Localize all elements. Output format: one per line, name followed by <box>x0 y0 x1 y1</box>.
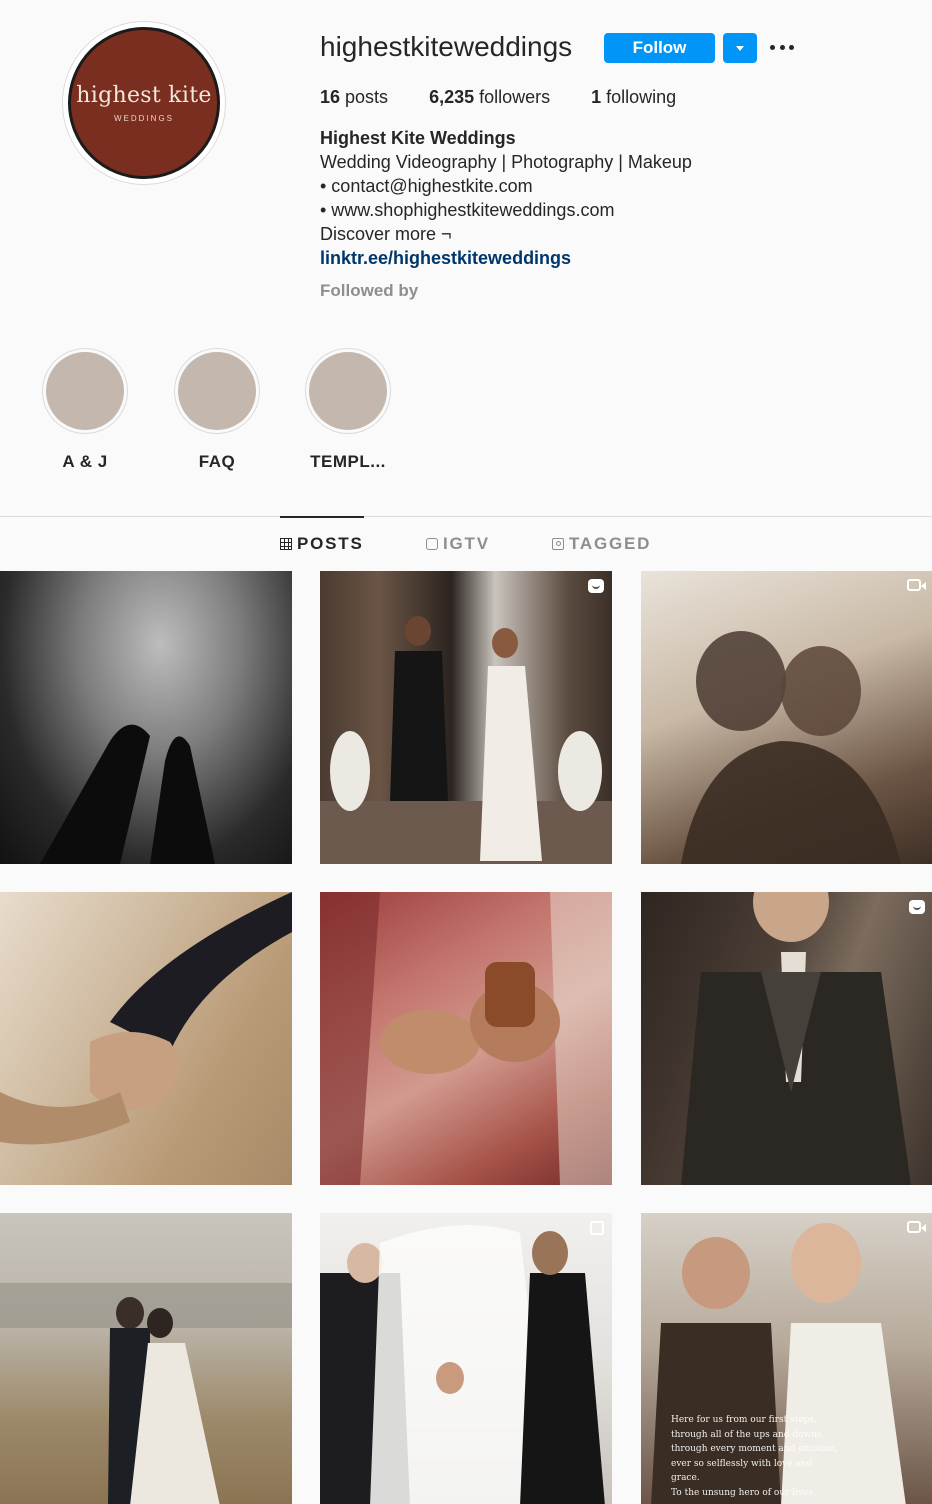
bio-line: Wedding Videography | Photography | Make… <box>320 152 692 172</box>
tab-label: IGTV <box>443 534 490 553</box>
post-image <box>681 892 911 1185</box>
igtv-icon <box>426 538 438 550</box>
highlight-cover <box>309 352 387 430</box>
highlight-label: FAQ <box>198 452 236 471</box>
highlight-ring <box>174 348 260 434</box>
stat-posts: 16 posts <box>320 87 388 108</box>
suggested-dropdown-button[interactable] <box>723 33 757 63</box>
bio-line: Discover more ¬ <box>320 224 452 244</box>
stat-label: followers <box>474 87 551 107</box>
post-image <box>320 616 612 864</box>
story-highlight[interactable]: FAQ <box>167 348 267 472</box>
post-thumbnail[interactable] <box>641 571 932 864</box>
post-caption-overlay: Here for us from our first steps, throug… <box>671 1413 841 1500</box>
post-image <box>320 1225 605 1504</box>
carousel-icon <box>590 1221 604 1235</box>
stat-count: 16 <box>320 87 341 107</box>
profile-avatar[interactable]: highest kite WEDDINGS <box>62 21 226 185</box>
post-thumbnail[interactable] <box>320 892 612 1185</box>
tagged-icon <box>552 538 564 550</box>
post-thumbnail[interactable] <box>0 571 292 864</box>
stat-count: 1 <box>591 87 602 107</box>
more-dot-icon <box>770 44 775 50</box>
follow-button[interactable]: Follow <box>604 33 715 63</box>
caption-line: through all of the ups and downs, <box>671 1429 825 1440</box>
bio-line: • contact@highestkite.com <box>320 176 533 196</box>
chevron-down-icon <box>736 45 744 51</box>
avatar-logo: highest kite WEDDINGS <box>68 27 220 179</box>
post-image <box>0 892 292 1145</box>
video-icon <box>907 579 926 591</box>
caption-line: ever so selflessly with love and grace. <box>671 1458 813 1484</box>
caption-line: To the unsung hero of our lives, <box>671 1487 816 1498</box>
highlight-ring <box>305 348 391 434</box>
post-thumbnail[interactable] <box>320 1213 612 1504</box>
more-dot-icon <box>789 44 794 50</box>
post-thumbnail[interactable] <box>0 1213 292 1504</box>
tab-tagged[interactable]: TAGGED <box>552 517 651 571</box>
profile-bio: Highest Kite Weddings Wedding Videograph… <box>320 126 692 270</box>
grid-icon <box>280 538 292 550</box>
post-thumbnail[interactable]: Here for us from our first steps, throug… <box>641 1213 932 1504</box>
tab-posts[interactable]: POSTS <box>280 516 364 570</box>
story-highlight[interactable]: TEMPL... <box>298 348 398 472</box>
logo-subtitle: WEDDINGS <box>114 114 174 123</box>
username: highestkiteweddings <box>320 31 573 62</box>
stat-following[interactable]: 1 following <box>591 87 676 108</box>
post-image <box>40 724 215 864</box>
followed-by-text: Followed by <box>320 281 419 300</box>
bio-external-link[interactable]: linktr.ee/highestkiteweddings <box>320 246 692 270</box>
more-options-button[interactable] <box>770 37 794 57</box>
tab-label: TAGGED <box>569 534 652 553</box>
profile-stats: 16 posts 6,235 followers 1 following <box>320 87 717 108</box>
highlight-cover <box>46 352 124 430</box>
post-image <box>681 631 901 864</box>
tab-igtv[interactable]: IGTV <box>426 517 490 571</box>
post-image <box>0 1283 292 1504</box>
highlight-label: TEMPL... <box>310 452 386 471</box>
igtv-icon <box>909 900 925 914</box>
post-image <box>320 892 612 1185</box>
post-thumbnail[interactable] <box>320 571 612 864</box>
highlight-ring <box>42 348 128 434</box>
highlight-label: A & J <box>62 452 108 471</box>
caption-line: through every moment and emotion, <box>671 1444 839 1454</box>
stat-count: 6,235 <box>429 87 475 107</box>
more-dot-icon <box>779 44 785 50</box>
stat-label: following <box>601 87 677 107</box>
caption-line: Here for us from our first steps, <box>671 1415 817 1425</box>
highlight-cover <box>178 352 256 430</box>
video-icon <box>907 1221 926 1233</box>
profile-page: highest kite WEDDINGS highestkitewedding… <box>0 0 932 1504</box>
tab-label: POSTS <box>297 534 364 553</box>
post-thumbnail[interactable] <box>0 892 292 1185</box>
bio-line: • www.shophighestkiteweddings.com <box>320 200 615 220</box>
stat-followers[interactable]: 6,235 followers <box>429 87 550 108</box>
logo-wordmark: highest kite <box>76 83 212 108</box>
igtv-icon <box>588 579 604 593</box>
story-highlight[interactable]: A & J <box>35 348 135 472</box>
stat-label: posts <box>340 87 389 107</box>
post-thumbnail[interactable] <box>641 892 932 1185</box>
profile-full-name: Highest Kite Weddings <box>320 128 516 148</box>
